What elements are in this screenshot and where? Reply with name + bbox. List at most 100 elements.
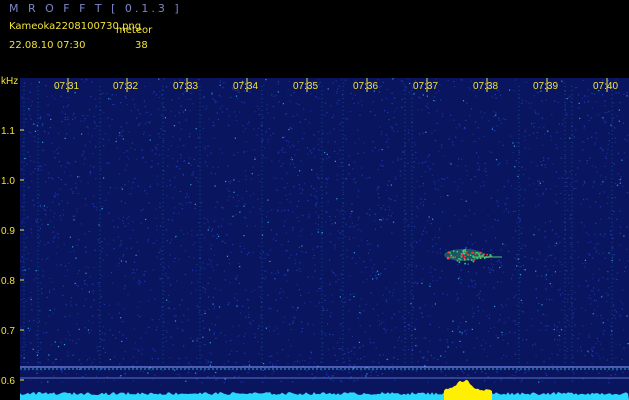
noise-speck [377,314,379,317]
noise-speck [370,342,372,344]
noise-speck [595,222,597,225]
noise-speck [72,215,74,217]
noise-speck [595,243,597,245]
noise-speck [334,160,336,162]
noise-speck [250,178,252,180]
noise-speck [169,283,172,285]
noise-speck [39,227,41,229]
noise-speck [353,161,356,163]
noise-speck [592,186,594,188]
noise-speck [191,174,193,176]
noise-speck [598,355,600,357]
noise-speck [238,282,240,284]
noise-speck [124,225,126,227]
noise-speck [321,331,323,333]
noise-speck [483,349,485,351]
noise-speck [514,210,516,212]
noise-speck [139,316,141,318]
noise-speck [180,244,182,247]
noise-speck [298,103,300,105]
noise-speck [299,170,301,172]
noise-speck [196,305,198,307]
noise-speck [137,306,139,308]
noise-speck [276,310,278,312]
noise-speck [49,127,51,129]
noise-speck [213,306,216,308]
noise-speck [87,133,89,135]
noise-speck [331,294,333,296]
noise-speck [228,124,230,127]
noise-speck [409,291,411,293]
noise-speck [92,292,95,294]
noise-speck [161,213,163,215]
noise-speck [474,371,476,373]
noise-speck [69,251,71,253]
noise-speck [64,113,66,115]
noise-speck [204,288,206,290]
noise-speck [296,269,298,271]
noise-speck [331,270,333,272]
noise-speck [84,198,86,200]
noise-speck [406,219,408,221]
noise-speck [205,362,208,365]
noise-speck [568,194,570,196]
noise-speck [92,315,94,317]
noise-speck [507,179,510,181]
noise-speck [289,158,292,160]
noise-speck [243,335,245,337]
noise-speck [441,270,443,272]
noise-speck [482,310,484,312]
noise-speck [215,173,217,175]
noise-speck [379,354,381,356]
noise-speck [97,239,99,241]
noise-speck [243,152,245,154]
noise-speck [258,114,260,116]
noise-speck [478,156,480,158]
noise-speck [520,266,522,268]
noise-speck [169,184,171,186]
noise-speck [569,171,571,173]
noise-speck [88,320,90,322]
noise-speck [98,315,100,317]
noise-speck [265,215,268,217]
noise-speck [268,330,270,332]
noise-speck [126,247,128,249]
noise-speck [212,121,214,123]
noise-speck [586,160,588,162]
noise-speck [547,157,549,159]
noise-speck [587,138,589,140]
noise-speck [464,127,466,129]
noise-speck [168,307,170,309]
noise-speck [360,358,362,360]
noise-speck [45,322,47,324]
noise-speck [158,251,160,254]
noise-speck [300,270,302,272]
noise-speck [309,301,312,303]
noise-speck [52,362,54,364]
noise-speck [182,173,184,175]
noise-speck [513,378,515,380]
noise-speck [160,263,162,265]
noise-speck [213,375,215,377]
noise-speck [109,329,111,331]
noise-speck [615,343,617,345]
noise-speck [470,80,472,82]
noise-speck [558,321,560,323]
noise-speck [568,308,570,310]
noise-speck [536,275,538,277]
noise-speck [290,329,292,331]
noise-speck [280,244,283,246]
noise-speck [485,171,487,173]
noise-speck [153,349,155,351]
noise-speck [289,163,292,165]
noise-speck [131,142,133,144]
noise-speck [434,269,436,271]
noise-speck [539,329,541,331]
noise-speck [421,279,423,281]
noise-speck [316,173,318,175]
noise-speck [569,95,571,97]
noise-speck [196,234,198,236]
noise-speck [587,351,590,353]
noise-speck [345,138,347,140]
noise-speck [388,197,391,200]
